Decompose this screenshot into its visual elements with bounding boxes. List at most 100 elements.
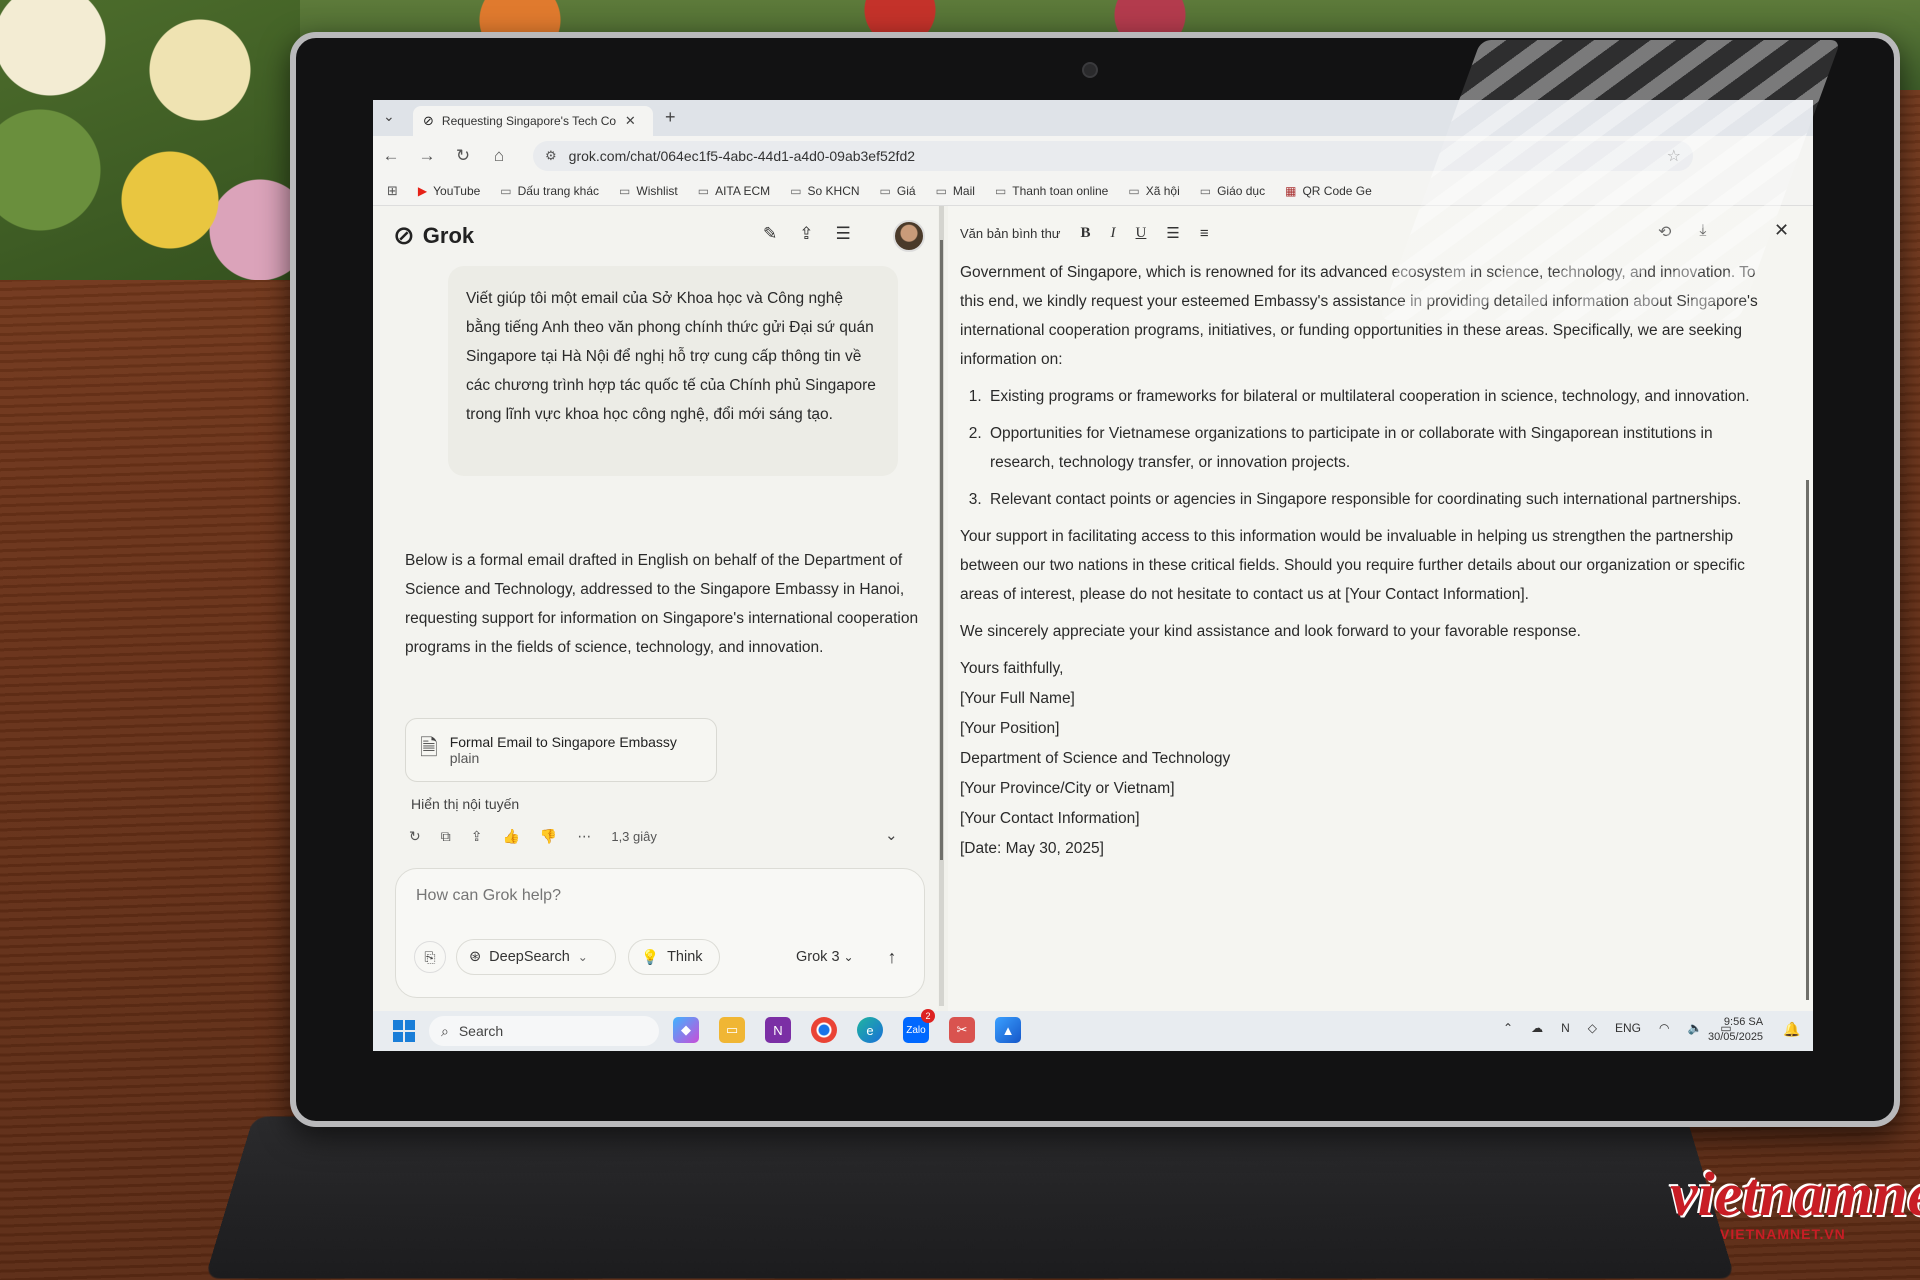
apps-grid-icon[interactable]: ⊞ bbox=[387, 183, 398, 199]
grok-brand: Grok bbox=[423, 223, 474, 249]
bookmark-star-icon[interactable]: ☆ bbox=[1667, 146, 1681, 166]
language-indicator[interactable]: ENG bbox=[1615, 1021, 1641, 1035]
camera-lens bbox=[1082, 62, 1098, 78]
model-selector[interactable]: Grok 3 ⌄ bbox=[796, 949, 854, 965]
tab-search-chevron-icon[interactable]: ⌄ bbox=[383, 108, 395, 125]
share-icon[interactable]: ⇪ bbox=[471, 828, 483, 845]
taskbar: ⌕ Search ◆ ▭ N e Zalo 2 ✂ ▲ ⌃ ☁ N ◇ ENG ◠… bbox=[373, 1011, 1813, 1051]
photos-icon[interactable]: ▲ bbox=[995, 1017, 1021, 1043]
tab-close-icon[interactable]: ✕ bbox=[625, 113, 636, 129]
regenerate-icon[interactable]: ↻ bbox=[409, 828, 421, 845]
bookmark-folder[interactable]: ▭ Xã hội bbox=[1128, 184, 1179, 198]
edge-icon[interactable]: e bbox=[857, 1017, 883, 1043]
reload-icon[interactable]: ↻ bbox=[445, 146, 481, 166]
taskbar-search[interactable]: ⌕ Search bbox=[429, 1016, 659, 1046]
site-info-icon[interactable]: ⚙ bbox=[545, 148, 557, 164]
onedrive-icon[interactable]: ☁ bbox=[1531, 1021, 1543, 1035]
address-bar[interactable]: ⚙ grok.com/chat/064ec1f5-4abc-44d1-a4d0-… bbox=[533, 141, 1693, 171]
bookmark-folder[interactable]: ▭ Dấu trang khác bbox=[500, 184, 599, 198]
email-paragraph: Government of Singapore, which is renown… bbox=[960, 258, 1760, 374]
home-icon[interactable]: ⌂ bbox=[481, 146, 517, 166]
bold-icon[interactable]: B bbox=[1081, 225, 1091, 242]
clock[interactable]: 9:56 SA 30/05/2025 bbox=[1708, 1015, 1763, 1045]
email-document[interactable]: Government of Singapore, which is renown… bbox=[960, 258, 1760, 864]
folder-icon: ▭ bbox=[936, 184, 947, 198]
folder-icon: ▭ bbox=[790, 184, 801, 198]
copy-icon[interactable]: ⧉ bbox=[441, 828, 451, 845]
thumbs-down-icon[interactable]: 👎 bbox=[540, 828, 557, 845]
taskbar-apps: ◆ ▭ N e Zalo 2 ✂ ▲ bbox=[673, 1017, 1021, 1043]
signature-line: Yours faithfully, bbox=[960, 654, 1760, 684]
thumbs-up-icon[interactable]: 👍 bbox=[502, 828, 519, 845]
bookmark-folder[interactable]: ▭ AITA ECM bbox=[698, 184, 770, 198]
think-label: Think bbox=[667, 949, 702, 965]
text-style-select[interactable]: Văn bản bình thư bbox=[960, 226, 1061, 241]
bullet-list-icon[interactable]: ☰ bbox=[1166, 224, 1179, 242]
wifi-icon[interactable]: ◠ bbox=[1659, 1021, 1669, 1035]
bookmark-folder[interactable]: ▭ Mail bbox=[936, 184, 975, 198]
watermark-logo: vietnamnet bbox=[1670, 1160, 1920, 1231]
volume-icon[interactable]: 🔈 bbox=[1687, 1021, 1702, 1035]
history-search-icon[interactable]: ☰ bbox=[836, 224, 851, 244]
download-icon[interactable]: ⤓ bbox=[1699, 222, 1706, 242]
file-explorer-icon[interactable]: ▭ bbox=[719, 1017, 745, 1043]
chevron-up-icon[interactable]: ⌃ bbox=[1503, 1021, 1513, 1035]
snipping-tool-icon[interactable]: ✂ bbox=[949, 1017, 975, 1043]
chevron-down-icon[interactable]: ⌄ bbox=[578, 950, 588, 964]
attach-paperclip-icon[interactable]: ⎘ bbox=[414, 941, 446, 973]
send-arrow-icon[interactable]: ↑ bbox=[874, 939, 910, 975]
bookmark-folder[interactable]: ▭ Thanh toan online bbox=[995, 184, 1108, 198]
bookmark-folder[interactable]: ▭ So KHCN bbox=[790, 184, 859, 198]
clock-time: 9:56 SA bbox=[1708, 1015, 1763, 1030]
url-text[interactable]: grok.com/chat/064ec1f5-4abc-44d1-a4d0-09… bbox=[569, 148, 915, 164]
browser-tab-active[interactable]: ⊘ Requesting Singapore's Tech Co ✕ bbox=[413, 106, 653, 136]
system-tray: ⌃ ☁ N ◇ ENG ◠ 🔈 ▭ bbox=[1503, 1021, 1732, 1035]
signature-line: [Your Full Name] bbox=[960, 684, 1760, 714]
italic-icon[interactable]: I bbox=[1111, 225, 1116, 242]
copilot-icon[interactable]: ◆ bbox=[673, 1017, 699, 1043]
numbered-list-icon[interactable]: ≡ bbox=[1200, 225, 1209, 242]
list-item: Existing programs or frameworks for bila… bbox=[986, 382, 1760, 411]
document-icon: 🗎 bbox=[420, 731, 438, 769]
deepsearch-button[interactable]: ⊛ DeepSearch ⌄ bbox=[456, 939, 616, 975]
chrome-icon[interactable] bbox=[811, 1017, 837, 1043]
avatar[interactable] bbox=[893, 220, 925, 252]
close-icon[interactable]: ✕ bbox=[1774, 220, 1789, 241]
artifact-card[interactable]: 🗎 Formal Email to Singapore Embassy plai… bbox=[405, 718, 717, 782]
notification-bell-icon[interactable]: 🔔 bbox=[1783, 1021, 1800, 1038]
new-tab-icon[interactable]: + bbox=[665, 107, 676, 128]
dropbox-icon[interactable]: ◇ bbox=[1588, 1021, 1597, 1035]
signature-line: [Date: May 30, 2025] bbox=[960, 834, 1760, 864]
bookmark-folder[interactable]: ▭ Giá bbox=[880, 184, 916, 198]
chat-scrollbar[interactable] bbox=[940, 240, 943, 860]
prompt-input[interactable] bbox=[416, 887, 896, 905]
back-arrow-icon[interactable]: ← bbox=[373, 146, 409, 166]
onenote-tray-icon[interactable]: N bbox=[1561, 1021, 1570, 1035]
bookmark-qr[interactable]: ▦ QR Code Ge bbox=[1285, 184, 1372, 198]
grok-logo[interactable]: ⊘ Grok bbox=[393, 220, 474, 251]
windows-start-icon[interactable] bbox=[393, 1020, 415, 1042]
editor-scrollbar[interactable] bbox=[1806, 480, 1809, 1000]
composer: ⎘ ⊛ DeepSearch ⌄ 💡 Think Grok 3 ⌄ ↑ bbox=[395, 868, 925, 998]
assistant-message: Below is a formal email drafted in Engli… bbox=[405, 546, 925, 662]
folder-icon: ▭ bbox=[880, 184, 891, 198]
search-icon: ⌕ bbox=[441, 1023, 449, 1040]
more-icon[interactable]: ⋯ bbox=[577, 828, 591, 845]
show-inline-link[interactable]: Hiển thị nội tuyến bbox=[411, 796, 519, 812]
folder-icon: ▭ bbox=[1200, 184, 1211, 198]
zalo-icon[interactable]: Zalo 2 bbox=[903, 1017, 929, 1043]
think-button[interactable]: 💡 Think bbox=[628, 939, 720, 975]
screen: ⌄ ⊘ Requesting Singapore's Tech Co ✕ + ←… bbox=[373, 100, 1813, 1051]
edit-icon[interactable]: ✎ bbox=[763, 224, 777, 244]
share-icon[interactable]: ⇪ bbox=[799, 224, 813, 244]
forward-arrow-icon[interactable]: → bbox=[409, 146, 445, 166]
underline-icon[interactable]: U bbox=[1136, 225, 1147, 242]
chevron-down-icon[interactable]: ⌄ bbox=[885, 826, 898, 844]
history-icon[interactable]: ⟲ bbox=[1658, 222, 1671, 242]
bookmark-folder[interactable]: ▭ Wishlist bbox=[619, 184, 678, 198]
chat-header-actions: ✎ ⇪ ☰ bbox=[763, 224, 851, 244]
bookmark-folder[interactable]: ▭ Giáo dục bbox=[1200, 184, 1265, 198]
artifact-type: plain bbox=[450, 750, 677, 766]
bookmark-youtube[interactable]: ▶ YouTube bbox=[418, 184, 480, 198]
onenote-icon[interactable]: N bbox=[765, 1017, 791, 1043]
